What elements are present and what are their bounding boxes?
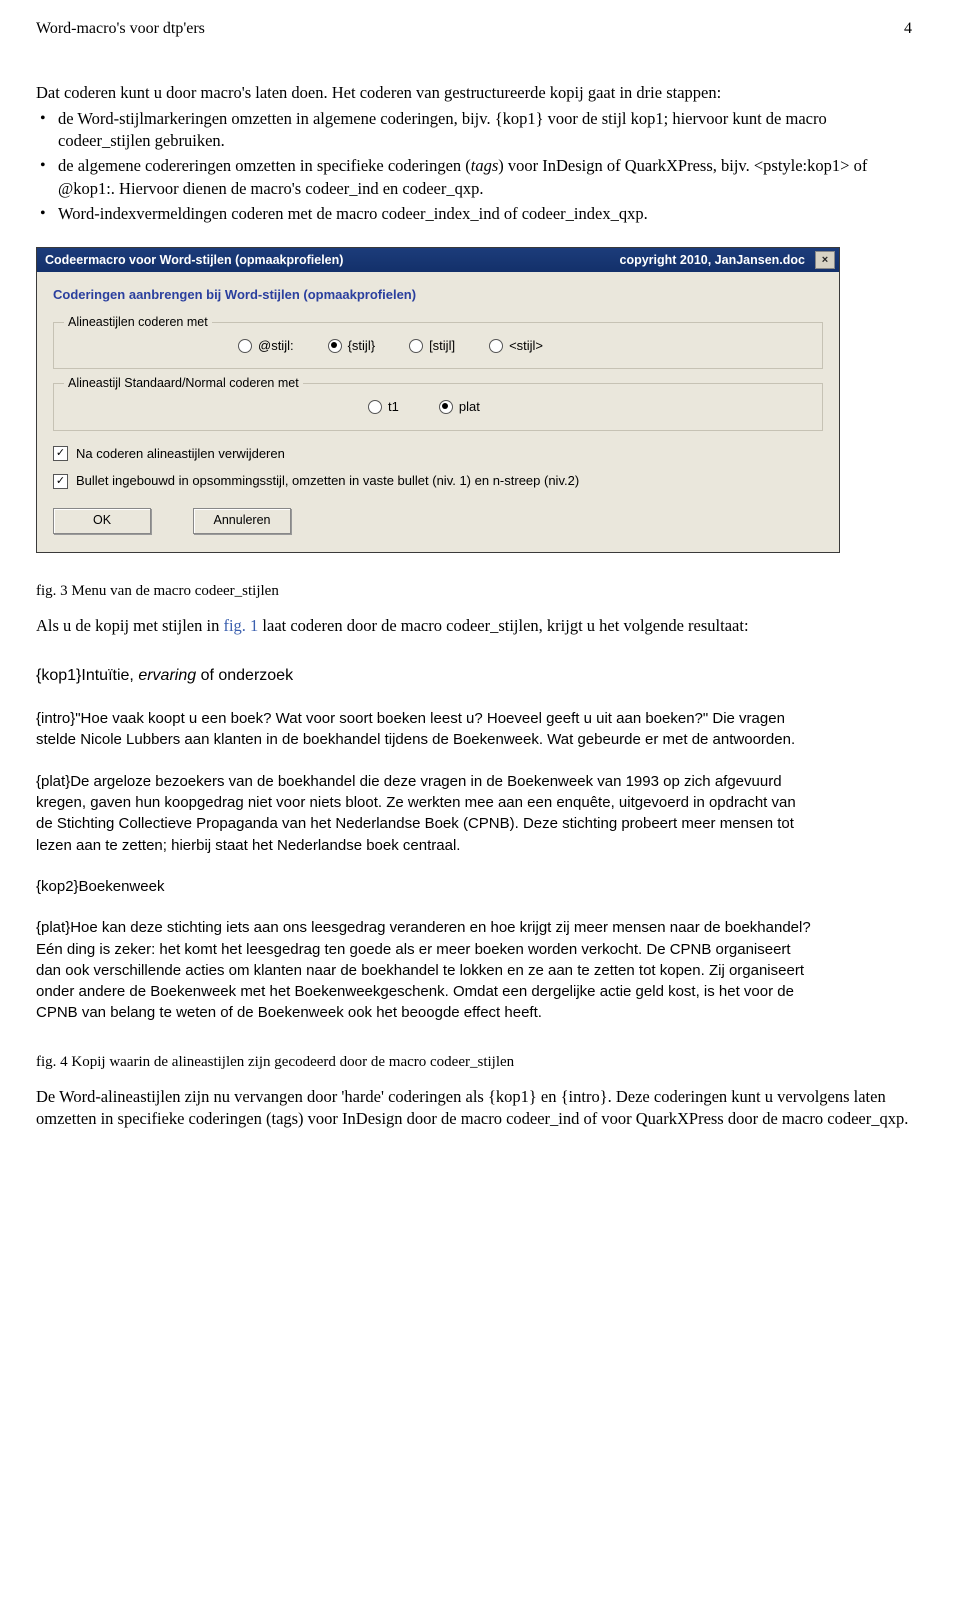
step-list: de Word-stijlmarkeringen omzetten in alg… bbox=[36, 108, 912, 225]
after-fig3-para: Als u de kopij met stijlen in fig. 1 laa… bbox=[36, 615, 912, 637]
intro-paragraph: Dat coderen kunt u door macro's laten do… bbox=[36, 82, 912, 104]
checkbox-remove-styles[interactable]: ✓Na coderen alineastijlen verwijderen bbox=[53, 445, 823, 463]
list-item: de Word-stijlmarkeringen omzetten in alg… bbox=[36, 108, 912, 153]
running-head-title: Word-macro's voor dtp'ers bbox=[36, 18, 205, 40]
dialog-title-left: Codeermacro voor Word-stijlen (opmaakpro… bbox=[45, 252, 343, 269]
cancel-button[interactable]: Annuleren bbox=[193, 508, 291, 534]
group2-legend: Alineastijl Standaard/Normal coderen met bbox=[64, 375, 303, 392]
closing-paragraph: De Word-alineastijlen zijn nu vervangen … bbox=[36, 1086, 912, 1131]
radio-t1[interactable]: t1 bbox=[368, 398, 399, 416]
figure-3-caption: fig. 3 Menu van de macro codeer_stijlen bbox=[36, 581, 912, 601]
dialog-title-right: copyright 2010, JanJansen.doc bbox=[620, 252, 806, 269]
radio-bracket-stijl[interactable]: [stijl] bbox=[409, 337, 455, 355]
list-item: Word-indexvermeldingen coderen met de ma… bbox=[36, 203, 912, 225]
figure-4-caption: fig. 4 Kopij waarin de alineastijlen zij… bbox=[36, 1052, 912, 1072]
page-number: 4 bbox=[904, 18, 912, 40]
radio-brace-stijl[interactable]: {stijl} bbox=[328, 337, 375, 355]
dialog-window: Codeermacro voor Word-stijlen (opmaakpro… bbox=[36, 247, 840, 553]
group1-legend: Alineastijlen coderen met bbox=[64, 314, 212, 331]
fig1-link[interactable]: fig. 1 bbox=[223, 616, 258, 635]
list-item: de algemene codereringen omzetten in spe… bbox=[36, 155, 912, 200]
dialog-heading: Coderingen aanbrengen bij Word-stijlen (… bbox=[53, 286, 823, 304]
radio-at-stijl[interactable]: @stijl: bbox=[238, 337, 294, 355]
close-icon[interactable]: × bbox=[815, 251, 835, 269]
group-standaard: Alineastijl Standaard/Normal coderen met… bbox=[53, 383, 823, 431]
ok-button[interactable]: OK bbox=[53, 508, 151, 534]
group-alineastijlen: Alineastijlen coderen met @stijl: {stijl… bbox=[53, 322, 823, 370]
coded-sample: {kop1}Intuïtie, ervaring of onderzoek {i… bbox=[36, 665, 816, 1023]
radio-plat[interactable]: plat bbox=[439, 398, 480, 416]
dialog-titlebar: Codeermacro voor Word-stijlen (opmaakpro… bbox=[37, 248, 839, 272]
checkbox-bullet-convert[interactable]: ✓Bullet ingebouwd in opsommingsstijl, om… bbox=[53, 472, 823, 490]
radio-angle-stijl[interactable]: <stijl> bbox=[489, 337, 543, 355]
